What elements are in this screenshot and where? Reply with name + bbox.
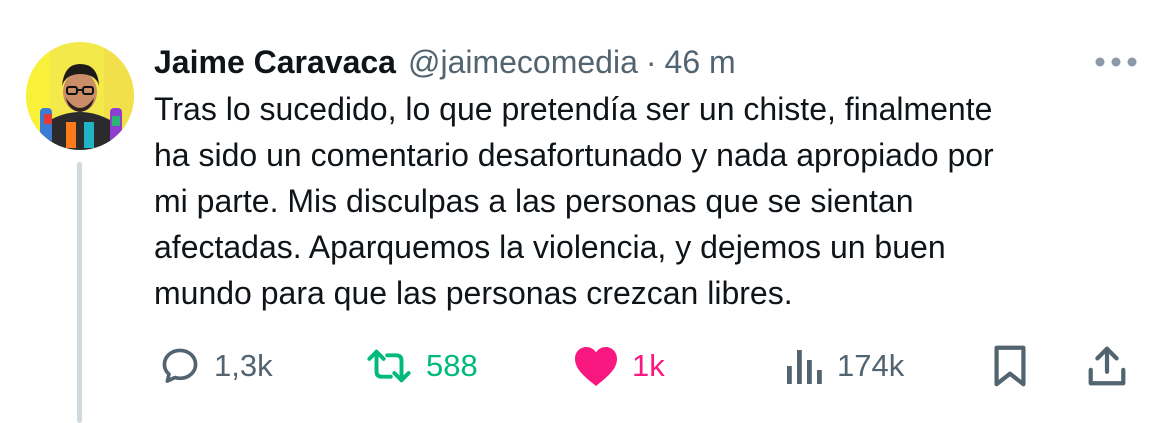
speech-bubble-icon <box>162 348 198 383</box>
author-name[interactable]: Jaime Caravaca <box>154 44 396 81</box>
more-options-button[interactable] <box>1090 50 1142 74</box>
reply-button[interactable]: 1,3k <box>158 340 273 392</box>
heart-filled-icon <box>575 347 617 386</box>
thread-line <box>77 162 82 423</box>
tweet-text: Tras lo sucedido, lo que pretendía ser u… <box>154 91 994 311</box>
retweet-arrows-icon <box>367 349 411 383</box>
like-button[interactable]: 1k <box>572 340 665 392</box>
reply-count: 1,3k <box>214 348 273 383</box>
share-upload-icon <box>1088 346 1126 386</box>
like-count: 1k <box>632 348 665 383</box>
retweet-button[interactable]: 588 <box>364 340 478 392</box>
views-count: 174k <box>837 348 905 383</box>
bar-chart-icon <box>787 350 822 384</box>
author-handle[interactable]: @jaimecomedia <box>408 44 638 81</box>
share-button[interactable] <box>1085 340 1129 392</box>
separator-dot: · <box>645 43 657 80</box>
bookmark-icon <box>994 345 1026 387</box>
avatar[interactable] <box>26 42 134 150</box>
retweet-count: 588 <box>426 348 478 383</box>
post-time[interactable]: 46 m <box>665 44 736 81</box>
views-button[interactable]: 174k <box>785 340 904 392</box>
bookmark-button[interactable] <box>990 340 1030 392</box>
more-icon <box>1095 57 1137 67</box>
tweet-header: Jaime Caravaca @jaimecomedia · 46 m <box>154 40 736 84</box>
